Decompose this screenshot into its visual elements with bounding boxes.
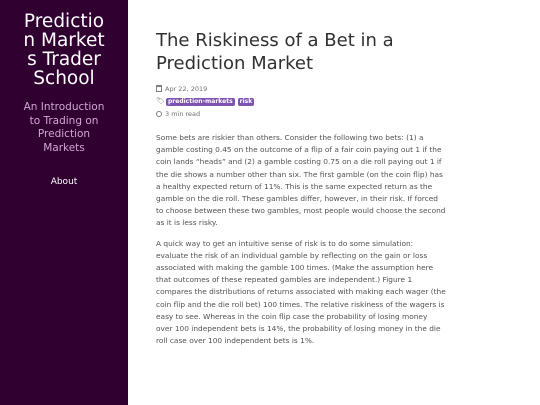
clock-icon [156,110,162,117]
post-date-line: Apr 22, 2019 [156,83,446,94]
post-paragraph: A quick way to get an intuitive sense of… [156,238,446,346]
tag-risk[interactable]: risk [237,97,255,106]
nav-link-about[interactable]: About [0,177,128,187]
site-title[interactable]: Prediction Markets Trader School [21,12,107,88]
main-content: The Riskiness of a Bet in a Prediction M… [156,0,446,355]
sidebar: Prediction Markets Trader School An Intr… [0,0,128,405]
calendar-icon [156,85,162,92]
post-body: Some bets are riskier than others. Consi… [156,132,446,347]
post-date: Apr 22, 2019 [165,84,208,93]
tag-prediction-markets[interactable]: prediction-markets [166,97,235,106]
tags-icon: 🏷︎ [156,97,165,105]
read-time-line: 3 min read [156,108,446,119]
post-tags-line: 🏷︎ prediction-markets risk [156,96,446,107]
post-title: The Riskiness of a Bet in a Prediction M… [156,30,394,74]
read-time: 3 min read [165,109,201,118]
site-tagline: An Introduction to Trading on Prediction… [23,101,105,154]
post-paragraph: Some bets are riskier than others. Consi… [156,133,446,228]
